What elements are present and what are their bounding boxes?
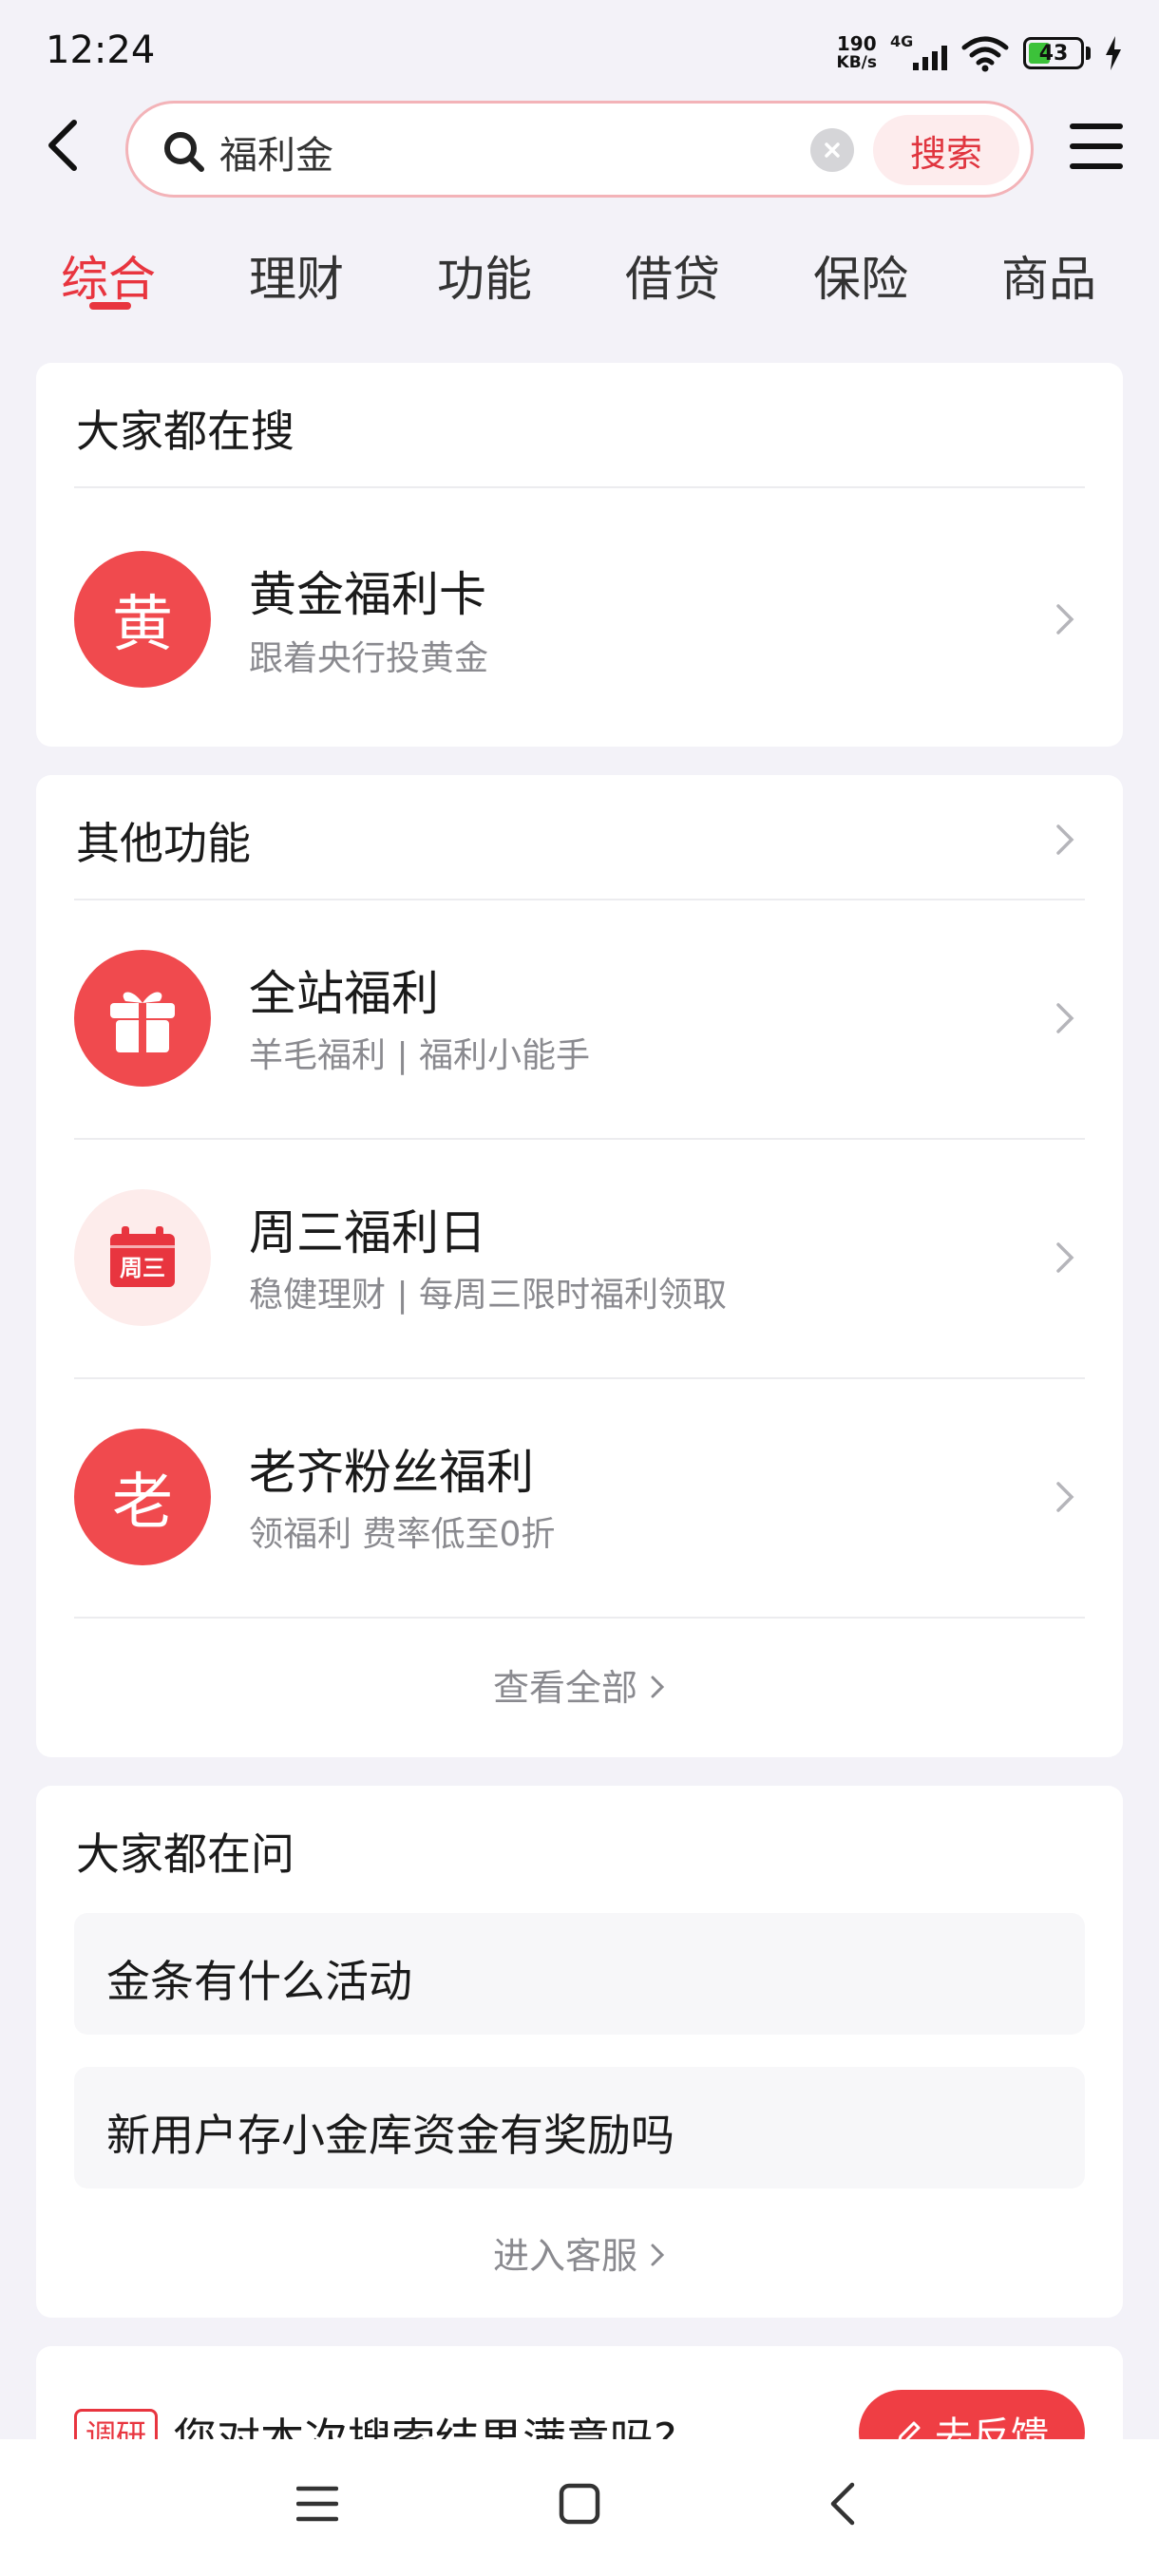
- item-title: 黄金福利卡: [249, 567, 486, 622]
- status-icons: 190 KB/s 4G 43: [837, 32, 1123, 74]
- calendar-label: 周三: [120, 1255, 165, 1281]
- system-back-button[interactable]: [813, 2475, 870, 2532]
- system-navigation-bar: [0, 2439, 1159, 2576]
- chevron-right-icon: [1053, 602, 1077, 635]
- question-item[interactable]: 金条有什么活动: [74, 1913, 1085, 2035]
- search-icon: [164, 132, 204, 172]
- chevron-right-icon: [1053, 1001, 1077, 1033]
- chevron-left-icon: [48, 120, 77, 171]
- close-icon: [825, 142, 840, 158]
- search-button[interactable]: 搜索: [873, 115, 1019, 185]
- item-subtitle: 跟着央行投黄金: [249, 639, 489, 678]
- tab-wealth[interactable]: 理财: [249, 241, 344, 310]
- tab-products[interactable]: 商品: [1001, 241, 1096, 310]
- tab-loans[interactable]: 借贷: [625, 241, 720, 310]
- divider: [74, 1617, 1085, 1619]
- item-title: 全站福利: [249, 966, 439, 1021]
- section-title: 大家都在搜: [76, 406, 294, 457]
- menu-icon[interactable]: [1070, 123, 1123, 169]
- section-title: 其他功能: [76, 818, 251, 869]
- question-item[interactable]: 新用户存小金库资金有奖励吗: [74, 2067, 1085, 2188]
- home-square-icon: [559, 2483, 600, 2525]
- back-button[interactable]: [38, 112, 86, 179]
- recent-apps-button[interactable]: [289, 2475, 346, 2532]
- search-input[interactable]: 福利金: [219, 124, 333, 180]
- cell-signal-icon: 4G: [890, 32, 947, 72]
- search-bar[interactable]: 福利金 搜索: [125, 101, 1034, 198]
- wifi-icon: [961, 36, 1009, 72]
- network-speed: 190 KB/s: [836, 32, 877, 72]
- tab-all[interactable]: 综合: [61, 241, 156, 310]
- item-title: 周三福利日: [249, 1205, 486, 1260]
- gold-char-icon: 黄: [74, 551, 211, 688]
- clear-search-button[interactable]: [810, 128, 854, 172]
- tab-insurance[interactable]: 保险: [813, 241, 908, 310]
- chevron-right-icon: [651, 1676, 665, 1698]
- chevron-right-icon: [1053, 1480, 1077, 1512]
- view-all-link[interactable]: 查看全部: [36, 1658, 1123, 1711]
- item-title: 老齐粉丝福利: [249, 1445, 534, 1500]
- chevron-right-icon: [1053, 1241, 1077, 1273]
- tab-functions[interactable]: 功能: [437, 241, 532, 310]
- item-subtitle: 稳健理财 | 每周三限时福利领取: [249, 1276, 728, 1315]
- home-button[interactable]: [551, 2475, 608, 2532]
- customer-service-link[interactable]: 进入客服: [36, 2226, 1123, 2279]
- active-tab-indicator: [89, 302, 131, 310]
- function-item-site-welfare[interactable]: 全站福利 羊毛福利 | 福利小能手: [36, 900, 1123, 1140]
- category-tabs: 综合 理财 功能 借贷 保险 商品: [0, 224, 1159, 319]
- battery-level: 43: [1038, 41, 1069, 66]
- popular-item-gold-card[interactable]: 黄 黄金福利卡 跟着央行投黄金: [36, 488, 1123, 728]
- popular-searches-card: 大家都在搜 黄 黄金福利卡 跟着央行投黄金: [36, 363, 1123, 747]
- charging-icon: [1106, 36, 1121, 70]
- other-functions-card: 其他功能 全站福利 羊毛福利 | 福利小能手 周三 周三福利日 稳健理财 | 每…: [36, 775, 1123, 1757]
- item-subtitle: 羊毛福利 | 福利小能手: [249, 1036, 591, 1075]
- status-time: 12:24: [46, 28, 156, 72]
- function-item-laoqi-fans[interactable]: 老 老齐粉丝福利 领福利 费率低至0折: [36, 1379, 1123, 1619]
- gift-icon: [74, 950, 211, 1087]
- calendar-icon: 周三: [74, 1189, 211, 1326]
- chevron-left-icon: [830, 2482, 855, 2526]
- laoqi-char-icon: 老: [74, 1429, 211, 1565]
- chevron-right-icon[interactable]: [1053, 823, 1077, 855]
- battery-icon: 43: [1023, 37, 1091, 69]
- faq-card: 大家都在问 金条有什么活动 新用户存小金库资金有奖励吗 进入客服: [36, 1786, 1123, 2318]
- section-title: 大家都在问: [76, 1828, 294, 1880]
- menu-lines-icon: [296, 2486, 338, 2522]
- item-subtitle: 领福利 费率低至0折: [249, 1515, 556, 1554]
- status-bar: 12:24 190 KB/s 4G 43: [0, 0, 1159, 100]
- chevron-right-icon: [651, 2244, 665, 2266]
- function-item-wednesday-welfare[interactable]: 周三 周三福利日 稳健理财 | 每周三限时福利领取: [36, 1140, 1123, 1379]
